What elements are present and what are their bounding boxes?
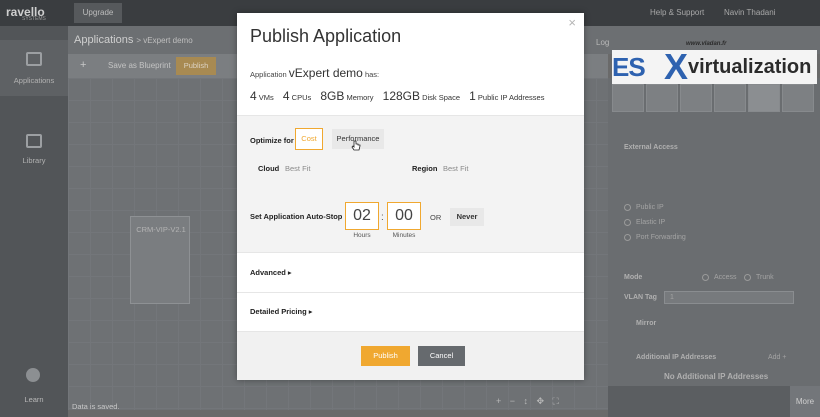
no-additional-ip-text: No Additional IP Addresses [664,372,769,381]
public-ip-radio[interactable] [624,204,631,211]
vm-name: CRM-VIP-V2.1 [136,225,186,234]
watermark-x: X [664,46,689,87]
autostop-label: Set Application Auto-Stop [250,212,343,221]
advanced-toggle[interactable]: Advanced ▸ [237,254,584,293]
optimize-cost-button[interactable]: Cost [295,128,323,150]
zoom-controls[interactable]: + − ↕ ✥ ⛶ [496,396,562,407]
add-ip-button[interactable]: Add + [768,354,787,361]
advanced-label: Advanced ▸ [250,268,292,277]
app-summary: Application vExpert demo has: [250,66,380,80]
applications-icon [26,52,42,66]
detailed-pricing-label: Detailed Pricing ▸ [250,307,313,316]
save-status: Data is saved. [72,402,120,411]
panel-tabs [612,84,816,112]
upgrade-button[interactable]: Upgrade [74,3,122,23]
brand-sub: SYSTEMS [22,16,46,22]
region-label: Region [412,164,438,173]
cloud-value[interactable]: Best Fit [285,164,310,173]
never-button[interactable]: Never [450,208,484,226]
tab-network[interactable] [748,84,780,112]
port-forwarding-label: Port Forwarding [636,234,686,241]
library-icon [26,134,42,148]
save-blueprint-button[interactable]: Save as Blueprint [108,61,171,70]
detailed-pricing-toggle[interactable]: Detailed Pricing ▸ [237,293,584,331]
user-menu[interactable]: Navin Thadani [724,8,775,17]
external-access-label: External Access [624,144,678,151]
breadcrumb-root[interactable]: Applications > vExpert demo [74,34,193,46]
resource-summary: 4 VMs 4 CPUs 8GB Memory 128GB Disk Space… [250,89,545,103]
mirror-label: Mirror [636,320,657,327]
close-icon[interactable]: × [568,15,576,30]
minutes-label: Minutes [392,232,416,239]
sidebar-item-learn[interactable]: Learn [0,395,68,404]
public-ip-label: Public IP [636,204,664,211]
sidebar-item-applications[interactable]: Applications [0,40,68,96]
access-radio[interactable] [702,274,709,281]
sidebar: Applications Library [0,26,68,417]
or-label: OR [430,213,442,222]
hours-input[interactable]: 02 [345,202,379,230]
additional-ip-label: Additional IP Addresses [636,354,717,361]
sidebar-item-label: Library [22,156,46,165]
help-support-link[interactable]: Help & Support [650,8,704,17]
tab-disks[interactable] [680,84,712,112]
hours-label: Hours [353,232,371,239]
app-name: vExpert demo [288,66,363,80]
trunk-label: Trunk [756,274,774,281]
trunk-radio[interactable] [744,274,751,281]
toolbar-publish-button[interactable]: Publish [176,57,216,75]
access-label: Access [714,274,737,281]
add-button[interactable]: + [80,59,86,71]
dialog-title: Publish Application [250,26,402,46]
vlan-tag-label: VLAN Tag [624,294,657,301]
vm-node[interactable]: CRM-VIP-V2.1 [130,216,190,304]
publish-dialog: × Publish Application Application vExper… [237,13,584,380]
vlan-tag-value: 1 [670,294,674,301]
cloud-label: Cloud [258,164,280,173]
mode-label: Mode [624,274,643,281]
tab-system[interactable] [646,84,678,112]
tab-general[interactable] [612,84,644,112]
tab-nics[interactable] [714,84,746,112]
time-separator: : [381,212,384,223]
watermark-site: www.vladan.fr [686,41,727,47]
panel-actions [608,386,820,417]
tab-services[interactable] [782,84,814,112]
dialog-footer: Publish Cancel [237,331,584,380]
watermark-esx: ES [612,52,646,82]
cancel-button[interactable]: Cancel [418,346,465,366]
hand-cursor-icon [351,140,361,151]
vlan-tag-input[interactable] [664,291,794,304]
lightbulb-icon [26,368,40,382]
optimize-label: Optimize for [250,136,294,145]
publish-options: Optimize for Cost Performance Cloud Best… [237,115,584,253]
elastic-ip-label: Elastic IP [636,219,666,226]
watermark-virtualization: virtualization [688,56,812,78]
port-forwarding-checkbox[interactable] [624,234,631,241]
more-button[interactable]: More [790,386,820,417]
region-value[interactable]: Best Fit [443,164,468,173]
publish-button[interactable]: Publish [361,346,410,366]
log-tab[interactable]: Log [596,38,609,47]
minutes-input[interactable]: 00 [387,202,421,230]
sidebar-item-label: Applications [13,76,55,85]
right-panel: External Access Public IP Elastic IP Por… [608,78,820,417]
elastic-ip-radio[interactable] [624,219,631,226]
